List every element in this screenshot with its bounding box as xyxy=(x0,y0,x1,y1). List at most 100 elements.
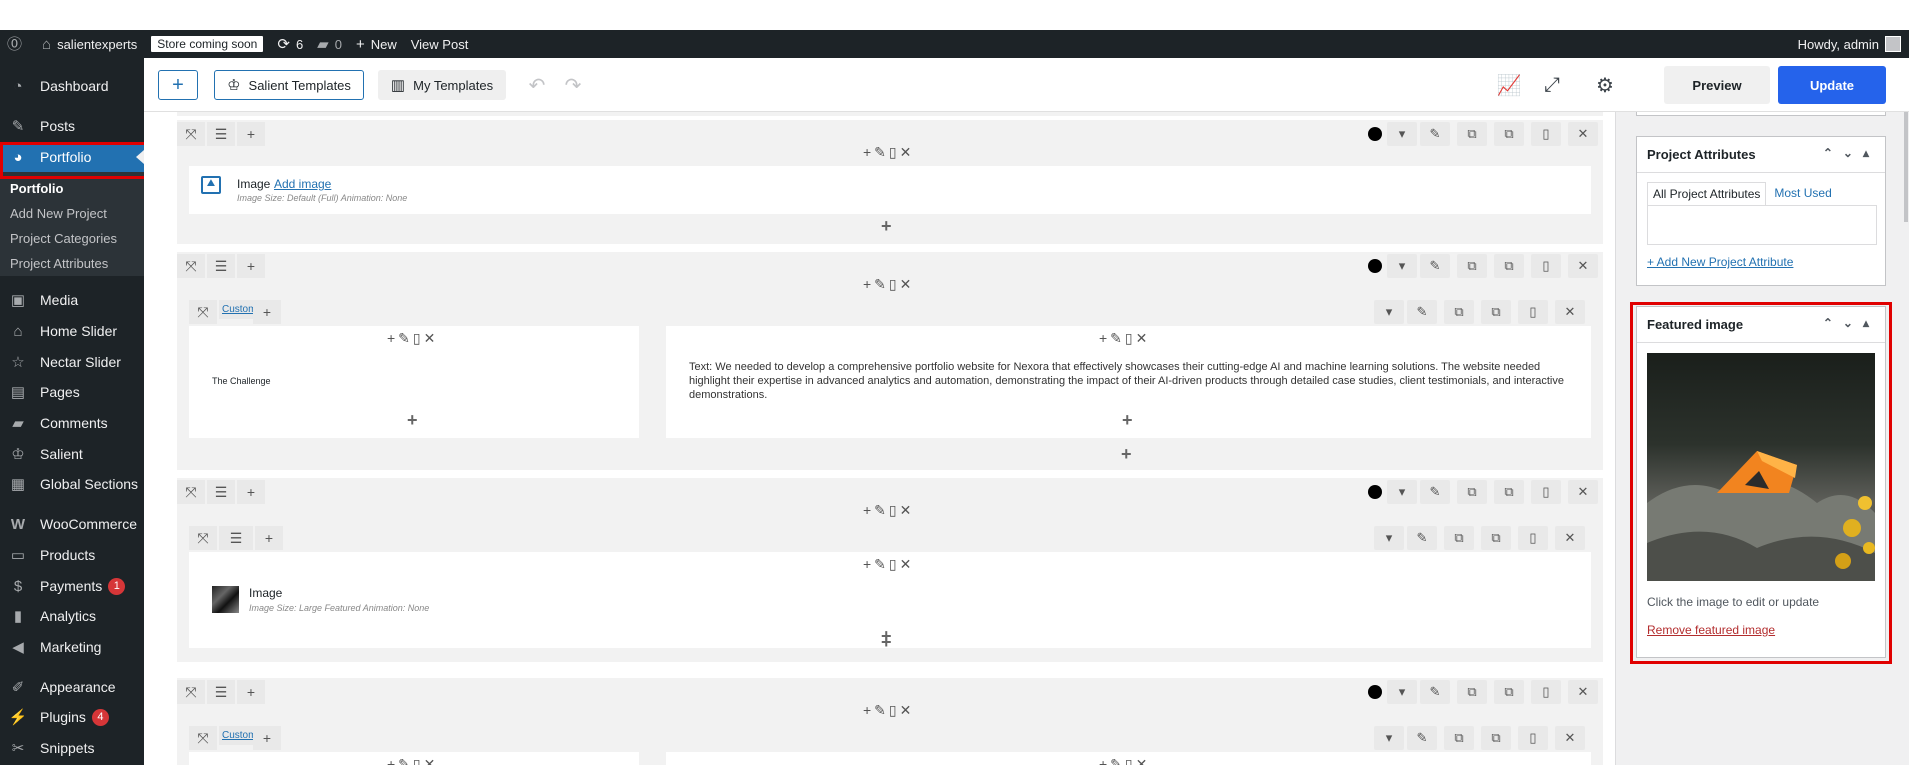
column-controls[interactable]: +✎▯✕ xyxy=(1099,756,1150,765)
preview-button[interactable]: Preview xyxy=(1664,66,1770,104)
update-button[interactable]: Update xyxy=(1778,66,1886,104)
row-expand-icon[interactable]: ⤧ xyxy=(177,480,205,504)
sidebar-item-comments[interactable]: ▰ Comments xyxy=(0,408,144,438)
inner-row-clone-icon[interactable]: ⧉ xyxy=(1481,726,1511,750)
challenge-text[interactable]: The Challenge xyxy=(212,376,271,386)
row-dropdown-icon[interactable]: ▾ xyxy=(1387,480,1417,504)
tab-most-used[interactable]: Most Used xyxy=(1766,182,1839,206)
row-expand-icon[interactable]: ⤧ xyxy=(177,122,205,146)
sidebar-item-global-sections[interactable]: ▦ Global Sections xyxy=(0,469,144,499)
row-layout-icon[interactable]: ☰ xyxy=(207,680,235,704)
inner-row-dropdown-icon[interactable]: ▾ xyxy=(1374,300,1404,324)
image-element[interactable]: ⛰ Image Add image Image Size: Default (F… xyxy=(189,166,1591,214)
submenu-project-attributes[interactable]: Project Attributes xyxy=(0,251,144,276)
row-color-icon[interactable] xyxy=(1368,685,1382,699)
account-menu[interactable]: Howdy, admin xyxy=(1798,30,1901,58)
row-layout-icon[interactable]: ☰ xyxy=(207,254,235,278)
inner-row-delete-icon[interactable]: ✕ xyxy=(1555,300,1585,324)
row-color-icon[interactable] xyxy=(1368,259,1382,273)
row-clone-icon[interactable]: ⧉ xyxy=(1494,480,1524,504)
inner-row-layout-icon[interactable]: ☰ xyxy=(219,526,253,550)
inner-row-delete-icon[interactable]: ✕ xyxy=(1555,526,1585,550)
add-element-button[interactable]: + xyxy=(158,70,198,100)
column-controls[interactable]: +✎▯✕ xyxy=(1099,330,1150,347)
row-add-icon[interactable]: + xyxy=(237,254,265,278)
sidebar-item-marketing[interactable]: ◀ Marketing xyxy=(0,632,144,662)
updates-link[interactable]: ⟳ 6 xyxy=(270,30,310,58)
row-layout-icon[interactable]: ☰ xyxy=(207,122,235,146)
row-delete-icon[interactable]: ✕ xyxy=(1568,122,1598,146)
sidebar-item-dashboard[interactable]: ◔ Dashboard xyxy=(0,71,144,101)
column-controls[interactable]: +✎▯✕ xyxy=(387,756,438,765)
wordpress-logo[interactable]: ⓪ xyxy=(0,30,35,58)
inner-row-edit-icon[interactable]: ✎ xyxy=(1407,726,1437,750)
row-add-icon[interactable]: + xyxy=(237,680,265,704)
add-element-plus[interactable]: + xyxy=(881,216,892,237)
inner-row-edit-icon[interactable]: ✎ xyxy=(1407,300,1437,324)
inner-row-expand-icon[interactable]: ⤧ xyxy=(189,526,217,550)
row-clone-icon[interactable]: ⧉ xyxy=(1494,680,1524,704)
row-dropdown-icon[interactable]: ▾ xyxy=(1387,680,1417,704)
add-element-plus[interactable]: + xyxy=(1121,444,1132,465)
row-delete-icon[interactable]: ✕ xyxy=(1568,680,1598,704)
panel-scrollbar[interactable] xyxy=(1904,112,1908,222)
inner-row-dropdown-icon[interactable]: ▾ xyxy=(1374,726,1404,750)
inner-row-delete-icon[interactable]: ✕ xyxy=(1555,726,1585,750)
row-save-icon[interactable]: ▯ xyxy=(1531,480,1561,504)
sidebar-item-appearance[interactable]: ✐ Appearance xyxy=(0,672,144,702)
inner-row-add-icon[interactable]: + xyxy=(253,300,281,324)
inner-row-clone-icon[interactable]: ⧉ xyxy=(1481,526,1511,550)
row-save-icon[interactable]: ▯ xyxy=(1531,122,1561,146)
submenu-portfolio[interactable]: Portfolio xyxy=(0,176,144,201)
fullscreen-icon[interactable]: ⤢ xyxy=(1537,70,1567,100)
sidebar-item-products[interactable]: ▭ Products xyxy=(0,540,144,570)
row-dropdown-icon[interactable]: ▾ xyxy=(1387,254,1417,278)
sidebar-item-nectar-slider[interactable]: ☆ Nectar Slider xyxy=(0,347,144,377)
row-copy-icon[interactable]: ⧉ xyxy=(1457,122,1487,146)
row-edit-icon[interactable]: ✎ xyxy=(1420,680,1450,704)
box-order-controls[interactable]: ⌃⌄▴ xyxy=(1823,146,1879,160)
view-post-link[interactable]: View Post xyxy=(404,30,476,58)
inner-row-copy-icon[interactable]: ⧉ xyxy=(1444,726,1474,750)
inner-row-expand-icon[interactable]: ⤧ xyxy=(189,300,217,324)
column-controls[interactable]: +✎▯✕ xyxy=(863,556,914,573)
column-controls[interactable]: +✎▯✕ xyxy=(863,144,914,161)
row-add-icon[interactable]: + xyxy=(237,480,265,504)
row-delete-icon[interactable]: ✕ xyxy=(1568,480,1598,504)
sidebar-item-media[interactable]: ▣ Media xyxy=(0,285,144,315)
row-copy-icon[interactable]: ⧉ xyxy=(1457,680,1487,704)
inner-row-clone-icon[interactable]: ⧉ xyxy=(1481,300,1511,324)
column-controls[interactable]: +✎▯✕ xyxy=(863,702,914,719)
submenu-add-new-project[interactable]: Add New Project xyxy=(0,201,144,226)
new-content-link[interactable]: + New xyxy=(349,30,404,58)
row-dropdown-icon[interactable]: ▾ xyxy=(1387,122,1417,146)
row-edit-icon[interactable]: ✎ xyxy=(1420,480,1450,504)
attributes-checklist[interactable] xyxy=(1647,205,1877,245)
gear-icon[interactable]: ⚙ xyxy=(1590,70,1620,100)
row-expand-icon[interactable]: ⤧ xyxy=(177,680,205,704)
row-color-icon[interactable] xyxy=(1368,485,1382,499)
row-edit-icon[interactable]: ✎ xyxy=(1420,254,1450,278)
inner-row-dropdown-icon[interactable]: ▾ xyxy=(1374,526,1404,550)
sidebar-item-snippets[interactable]: ✂ Snippets xyxy=(0,733,144,763)
salient-templates-button[interactable]: ♔ Salient Templates xyxy=(214,70,364,100)
row-color-icon[interactable] xyxy=(1368,127,1382,141)
inner-row-save-icon[interactable]: ▯ xyxy=(1518,526,1548,550)
inner-row-save-icon[interactable]: ▯ xyxy=(1518,300,1548,324)
sidebar-item-payments[interactable]: $ Payments 1 xyxy=(0,571,144,601)
add-element-plus[interactable]: + xyxy=(1122,410,1133,431)
row-save-icon[interactable]: ▯ xyxy=(1531,254,1561,278)
inner-row-add-icon[interactable]: + xyxy=(253,726,281,750)
submenu-project-categories[interactable]: Project Categories xyxy=(0,226,144,251)
inner-row-add-icon[interactable]: + xyxy=(255,526,283,550)
comments-link[interactable]: ▰ 0 xyxy=(310,30,349,58)
row-copy-icon[interactable]: ⧉ xyxy=(1457,254,1487,278)
store-status[interactable]: Store coming soon xyxy=(144,30,270,58)
row-clone-icon[interactable]: ⧉ xyxy=(1494,122,1524,146)
sidebar-item-plugins[interactable]: ⚡ Plugins 4 xyxy=(0,702,144,732)
sidebar-item-analytics[interactable]: ▮ Analytics xyxy=(0,601,144,631)
row-save-icon[interactable]: ▯ xyxy=(1531,680,1561,704)
inner-row-copy-icon[interactable]: ⧉ xyxy=(1444,300,1474,324)
text-block-element[interactable]: Text: We needed to develop a comprehensi… xyxy=(689,360,1569,402)
column-controls[interactable]: +✎▯✕ xyxy=(863,276,914,293)
